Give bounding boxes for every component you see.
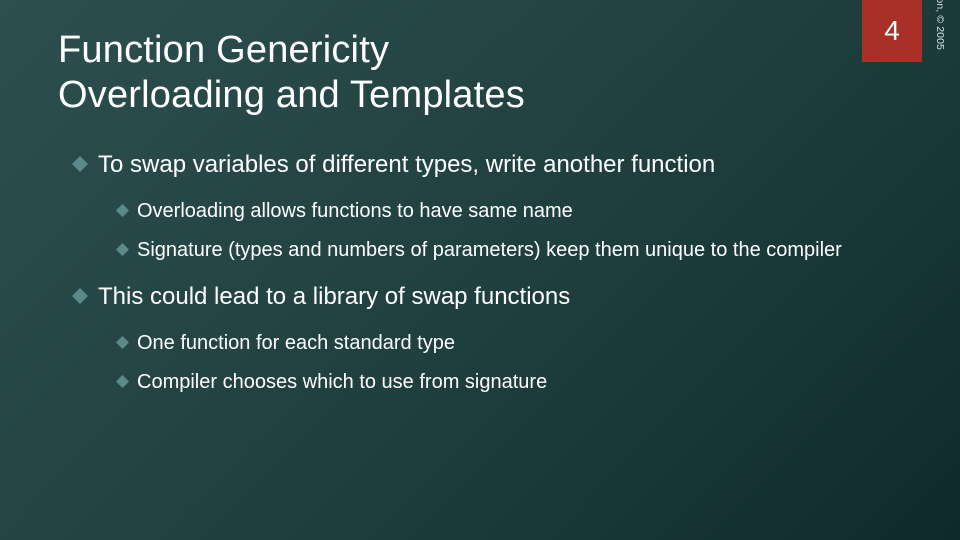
diamond-bullet-icon (116, 204, 129, 217)
bullet-level2: One function for each standard type (116, 331, 870, 357)
slide-title: Function Genericity Overloading and Temp… (58, 28, 525, 118)
bullet-level1: This could lead to a library of swap fun… (72, 282, 870, 313)
title-line-1: Function Genericity (58, 29, 389, 71)
page-number-tab: 4 (862, 0, 922, 62)
bullet-level2: Overloading allows functions to have sam… (116, 199, 870, 225)
diamond-bullet-icon (72, 156, 88, 172)
diamond-bullet-icon (116, 375, 129, 388)
title-line-2: Overloading and Templates (58, 74, 525, 116)
bullet-text: Overloading allows functions to have sam… (137, 199, 870, 225)
bullet-level2: Compiler chooses which to use from signa… (116, 370, 870, 396)
sub-bullets: Overloading allows functions to have sam… (116, 199, 870, 264)
bullet-text: One function for each standard type (137, 331, 870, 357)
bullet-text: Compiler chooses which to use from signa… (137, 370, 870, 396)
diamond-bullet-icon (116, 243, 129, 256)
page-number: 4 (884, 15, 900, 47)
slide-content: To swap variables of different types, wr… (72, 150, 870, 414)
bullet-text: To swap variables of different types, wr… (98, 150, 870, 181)
bullet-level2: Signature (types and numbers of paramete… (116, 238, 870, 264)
bullet-text: Signature (types and numbers of paramete… (137, 238, 870, 264)
diamond-bullet-icon (116, 336, 129, 349)
bullet-level1: To swap variables of different types, wr… (72, 150, 870, 181)
sub-bullets: One function for each standard type Comp… (116, 331, 870, 396)
citation-sidebar: Nyhoff, ADTs, Data Structures and Proble… (922, 0, 946, 62)
diamond-bullet-icon (72, 288, 88, 304)
bullet-text: This could lead to a library of swap fun… (98, 282, 870, 313)
